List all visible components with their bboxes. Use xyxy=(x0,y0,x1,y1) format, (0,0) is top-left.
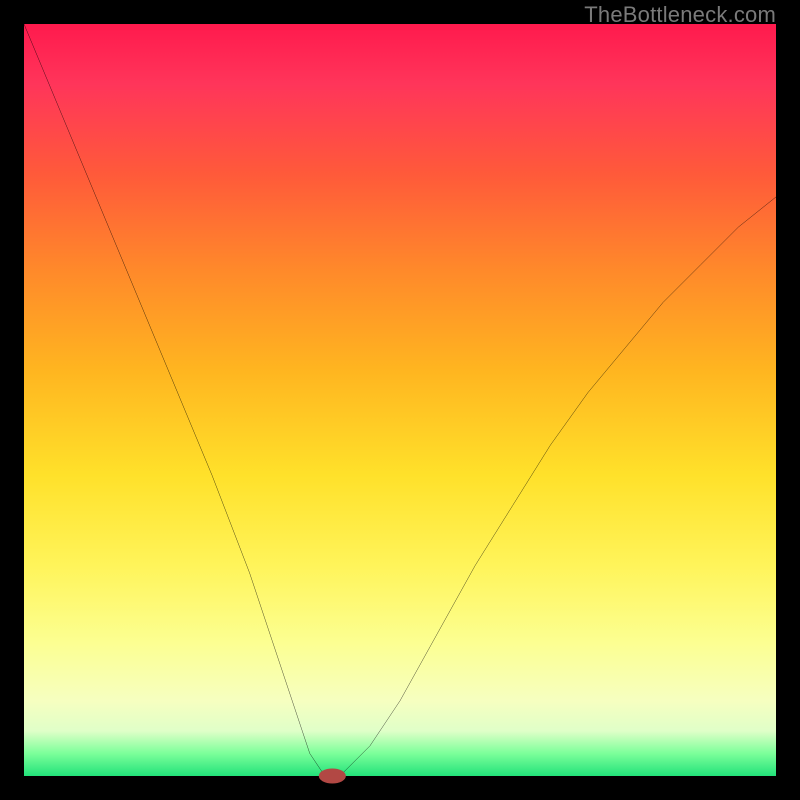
bottleneck-curve xyxy=(24,24,776,776)
chart-frame xyxy=(24,24,776,776)
optimum-marker xyxy=(319,768,346,783)
chart-svg xyxy=(24,24,776,776)
plot-background-gradient xyxy=(24,24,776,776)
